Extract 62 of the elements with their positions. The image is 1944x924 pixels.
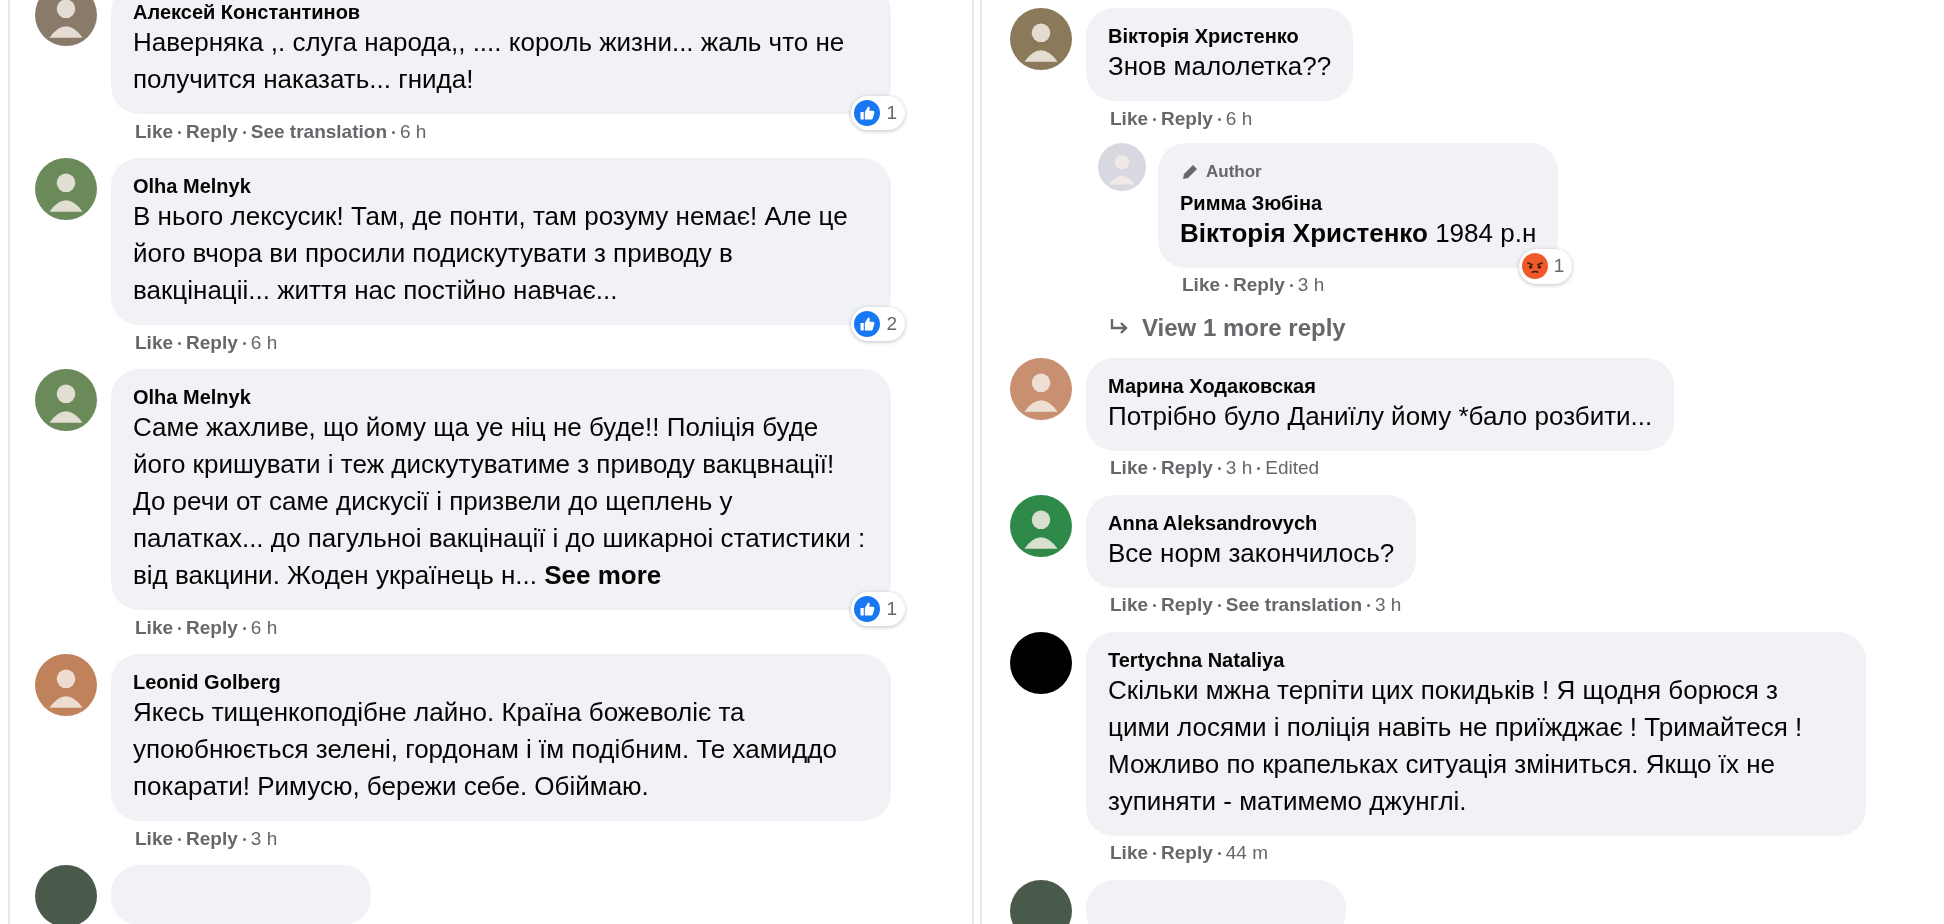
- comment-text: Знов малолетка??: [1108, 50, 1332, 83]
- reaction-count: 1: [1553, 254, 1565, 278]
- author-label: Author: [1206, 161, 1262, 183]
- action-link[interactable]: Like: [1110, 591, 1149, 620]
- action-link[interactable]: Like: [1182, 271, 1221, 300]
- action-link[interactable]: Like: [135, 613, 174, 643]
- comment-text: Потрібно було Даниїлу йому *бало розбити...: [1108, 399, 1653, 433]
- comment-text: Вікторія Христенко 1984 р.н: [1180, 216, 1537, 250]
- action-link[interactable]: See translation: [1225, 591, 1362, 620]
- avatar[interactable]: [35, 865, 97, 924]
- reaction-badge[interactable]: 1: [851, 591, 905, 626]
- reaction-count: 1: [886, 100, 897, 125]
- author-name[interactable]: Алексей Константинов: [133, 0, 869, 24]
- action-link[interactable]: See translation: [250, 117, 387, 147]
- comment-text: В нього лексусик! Там, де понти, там розуму немає! Але це його вчора ви просили подискутувати з приводу в вакцінаціі... життя нас постійно навчає...: [133, 200, 849, 307]
- action-link[interactable]: Like: [135, 117, 174, 147]
- action-link[interactable]: Reply: [186, 613, 238, 643]
- comment-text: Скільки мжна терпіти цих покидьків ! Я щодня борюся з цими лосями і поліція навіть не приїжджає ! Тримайтеся ! Можливо по крапельках ситуація зміниться. Якщо їх не зупиняти - матимемо джунглі.: [1108, 673, 1804, 818]
- author-name[interactable]: Olha Melnyk: [133, 385, 869, 409]
- reaction-count: 2: [886, 311, 897, 336]
- action-link[interactable]: Reply: [1161, 454, 1213, 483]
- comment-text: Саме жахливе, що йому ща уе ніц не буде!! Поліція буде його кришувати і теж дискутуватиме з приводу вакцвнації! До речи от саме дискусії і призвели до щеплень у палатках... до пагульноі вакцінації і до шикарноі статистики : від вакцини. Жоден українець н... See more: [133, 411, 867, 592]
- author-name[interactable]: Olha Melnyk: [133, 174, 869, 198]
- reaction-badge[interactable]: 2: [851, 306, 905, 341]
- comment-text: Якесь тищенкоподібне лайно. Країна божеволіє та упоюбнюється зелені, гордонам і їм подібним. Те хамиддо покарати! Римусю, бережи себе. Обіймаю.: [133, 696, 838, 803]
- action-link[interactable]: Reply: [1161, 591, 1213, 620]
- view-more-replies-link[interactable]: View 1 more reply: [1108, 309, 1944, 346]
- timestamp[interactable]: 44 m: [1225, 839, 1269, 868]
- avatar[interactable]: [1010, 631, 1072, 694]
- timestamp[interactable]: 3 h: [1225, 454, 1253, 483]
- action-link[interactable]: Like: [135, 824, 174, 854]
- reaction-count: 1: [886, 596, 897, 621]
- author-name[interactable]: Tertychna Nataliya: [1108, 647, 1844, 672]
- action-link[interactable]: Reply: [1161, 839, 1213, 868]
- author-name[interactable]: Leonid Golberg: [133, 670, 869, 694]
- timestamp[interactable]: 6 h: [1225, 104, 1253, 134]
- comment-text: Наверняка ,. слуга народа,, .... король жизни... жаль что не получится наказать... гнида!: [133, 26, 846, 96]
- timestamp[interactable]: 3 h: [250, 824, 278, 854]
- edited-label: Edited: [1265, 456, 1320, 481]
- reaction-badge[interactable]: 1: [851, 95, 905, 130]
- action-link[interactable]: Reply: [1161, 104, 1213, 134]
- timestamp[interactable]: 3 h: [1297, 271, 1325, 300]
- author-name[interactable]: Римма Зюбіна: [1180, 190, 1537, 215]
- comment-text: Все норм закончилось?: [1108, 536, 1395, 570]
- action-link[interactable]: Like: [1110, 839, 1149, 868]
- reaction-badge[interactable]: 1: [1518, 249, 1573, 284]
- action-link[interactable]: Like: [1110, 454, 1149, 483]
- action-link[interactable]: Like: [1110, 104, 1149, 134]
- author-name[interactable]: Вікторія Христенко: [1108, 24, 1332, 48]
- action-link[interactable]: Reply: [1233, 271, 1285, 300]
- action-link[interactable]: Reply: [186, 117, 238, 147]
- action-link[interactable]: Reply: [186, 824, 238, 854]
- see-more-link[interactable]: See more: [544, 560, 662, 590]
- author-name[interactable]: Anna Aleksandrovych: [1108, 510, 1395, 535]
- timestamp[interactable]: 6 h: [400, 117, 427, 147]
- action-link[interactable]: Reply: [186, 328, 238, 358]
- timestamp[interactable]: 6 h: [250, 328, 278, 358]
- action-link[interactable]: Like: [135, 328, 174, 358]
- author-name[interactable]: Марина Ходаковская: [1108, 373, 1653, 398]
- timestamp[interactable]: 6 h: [250, 613, 278, 643]
- avatar[interactable]: [1010, 879, 1072, 924]
- timestamp[interactable]: 3 h: [1375, 591, 1402, 620]
